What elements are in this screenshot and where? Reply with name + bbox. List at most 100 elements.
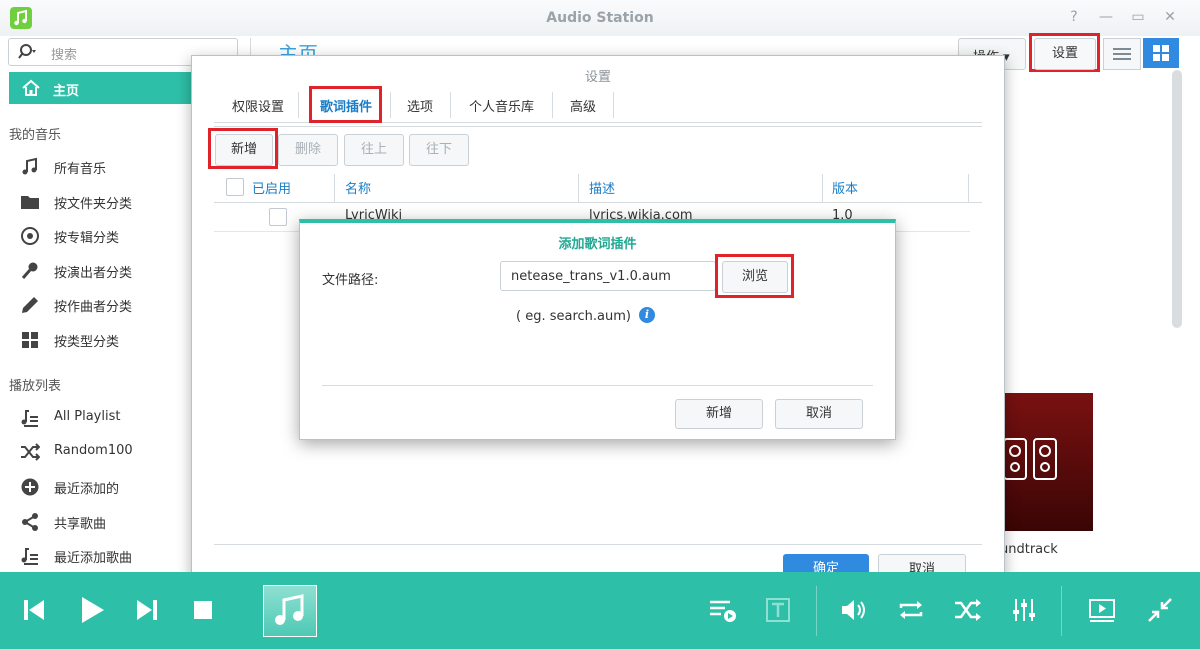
- tab-permissions[interactable]: 权限设置: [232, 96, 284, 124]
- file-path-label: 文件路径:: [322, 273, 379, 288]
- player-bar: [0, 572, 1200, 649]
- file-path-hint: ( eg. search.aum): [516, 309, 631, 324]
- select-all-checkbox[interactable]: [226, 178, 244, 196]
- sidebar-item-all-music[interactable]: 所有音乐: [0, 151, 190, 181]
- column-header-enabled[interactable]: 已启用: [252, 178, 291, 202]
- pen-icon: [20, 295, 40, 315]
- grid-view-button[interactable]: [1143, 38, 1179, 68]
- grid-icon: [20, 330, 40, 350]
- dialog-title: 添加歌词插件: [558, 237, 637, 252]
- help-icon[interactable]: ?: [1064, 9, 1084, 27]
- column-header-version[interactable]: 版本: [832, 178, 858, 202]
- section-my-music: 我的音乐: [9, 128, 62, 143]
- equalizer-icon[interactable]: [1006, 592, 1042, 628]
- tab-divider: [552, 92, 553, 118]
- tab-options[interactable]: 选项: [407, 96, 433, 124]
- settings-button[interactable]: 设置: [1034, 38, 1096, 70]
- tab-lyrics-plugin[interactable]: 歌词插件: [320, 96, 372, 124]
- next-track-icon[interactable]: [129, 592, 165, 628]
- move-down-button[interactable]: 往下: [409, 134, 469, 166]
- folder-icon: [20, 192, 40, 212]
- home-icon: [21, 78, 41, 98]
- sidebar-item-label: 按作曲者分类: [54, 300, 133, 315]
- sidebar-item-shared-songs[interactable]: 共享歌曲: [0, 506, 190, 536]
- shuffle-icon[interactable]: [950, 592, 986, 628]
- plus-circle-icon: [20, 477, 40, 497]
- footer-divider: [214, 544, 982, 545]
- sidebar-item-label: 最近添加的: [54, 482, 120, 497]
- section-divider: [214, 126, 982, 127]
- sidebar-item-by-album[interactable]: 按专辑分类: [0, 220, 190, 250]
- column-header-name[interactable]: 名称: [345, 178, 371, 202]
- sidebar-item-recently-added[interactable]: 最近添加的: [0, 471, 190, 501]
- delete-button[interactable]: 删除: [278, 134, 338, 166]
- tab-divider: [298, 92, 299, 118]
- previous-track-icon[interactable]: [16, 592, 52, 628]
- now-playing-cover[interactable]: [263, 585, 317, 637]
- sidebar-item-label: All Playlist: [54, 409, 121, 424]
- sidebar-item-label: 共享歌曲: [54, 517, 107, 532]
- footer-divider: [322, 385, 873, 386]
- move-up-button[interactable]: 往上: [344, 134, 404, 166]
- cancel-button[interactable]: 取消: [775, 399, 863, 429]
- tab-divider: [450, 92, 451, 118]
- playlist-icon: [20, 546, 40, 566]
- app-title: Audio Station: [546, 10, 654, 26]
- file-path-input[interactable]: netease_trans_v1.0.aum: [500, 261, 716, 291]
- music-note-icon: [20, 157, 40, 177]
- shuffle-icon: [20, 442, 40, 462]
- sidebar-item-all-playlist[interactable]: All Playlist: [0, 402, 190, 432]
- maximize-icon[interactable]: ▭: [1128, 9, 1148, 27]
- close-icon[interactable]: ✕: [1160, 9, 1180, 27]
- album-title: undtrack: [1000, 542, 1058, 557]
- dialog-title: 设置: [584, 70, 611, 85]
- play-icon[interactable]: [74, 592, 110, 628]
- column-divider: [968, 174, 969, 202]
- search-icon: [17, 43, 39, 61]
- info-icon[interactable]: i: [639, 307, 655, 323]
- scrollbar[interactable]: [1172, 70, 1182, 328]
- repeat-icon[interactable]: [893, 592, 929, 628]
- tab-advanced[interactable]: 高级: [570, 96, 596, 124]
- mini-player-icon[interactable]: [1142, 592, 1178, 628]
- sidebar-item-random100[interactable]: Random100: [0, 436, 190, 466]
- share-icon: [20, 512, 40, 532]
- album-disc-icon: [20, 226, 40, 246]
- sidebar-item-label: 所有音乐: [54, 162, 107, 177]
- add-plugin-button[interactable]: 新增: [215, 134, 273, 166]
- sidebar-item-by-genre[interactable]: 按类型分类: [0, 324, 190, 354]
- play-queue-icon[interactable]: [705, 592, 741, 628]
- section-playlists: 播放列表: [9, 379, 62, 394]
- stop-icon[interactable]: [185, 592, 221, 628]
- list-view-button[interactable]: [1103, 38, 1141, 70]
- player-mode-icon[interactable]: [1084, 592, 1120, 628]
- grid-view-icon: [1153, 45, 1169, 61]
- sidebar-item-label: 最近添加歌曲: [54, 551, 133, 566]
- sidebar-item-label: 主页: [53, 84, 80, 99]
- album-cover[interactable]: [1002, 393, 1093, 531]
- sidebar-item-label: 按专辑分类: [54, 231, 120, 246]
- sidebar-item-label: 按类型分类: [54, 335, 120, 350]
- sidebar-item-by-folder[interactable]: 按文件夹分类: [0, 186, 190, 216]
- sidebar-item-recently-added-songs[interactable]: 最近添加歌曲: [0, 540, 190, 570]
- volume-icon[interactable]: [836, 592, 872, 628]
- sidebar-item-by-artist[interactable]: 按演出者分类: [0, 255, 190, 285]
- microphone-icon: [20, 261, 40, 281]
- player-divider: [1061, 586, 1062, 636]
- search-placeholder: 搜索: [51, 48, 78, 63]
- add-button[interactable]: 新增: [675, 399, 763, 429]
- lyrics-icon[interactable]: [760, 592, 796, 628]
- column-header-description[interactable]: 描述: [589, 178, 615, 202]
- sidebar-item-by-composer[interactable]: 按作曲者分类: [0, 289, 190, 319]
- tab-personal-library[interactable]: 个人音乐库: [469, 96, 534, 124]
- row-enabled-checkbox[interactable]: [269, 208, 287, 226]
- speakers-icon: [1002, 437, 1062, 487]
- music-note-icon: [274, 594, 306, 628]
- playlist-icon: [20, 408, 40, 428]
- sidebar-item-home[interactable]: 主页: [9, 72, 195, 104]
- player-divider: [816, 586, 817, 636]
- minimize-icon[interactable]: —: [1096, 9, 1116, 27]
- add-lyrics-plugin-dialog: 添加歌词插件 文件路径: netease_trans_v1.0.aum 浏览 (…: [299, 219, 896, 440]
- browse-button[interactable]: 浏览: [722, 261, 788, 293]
- tab-divider: [390, 92, 391, 118]
